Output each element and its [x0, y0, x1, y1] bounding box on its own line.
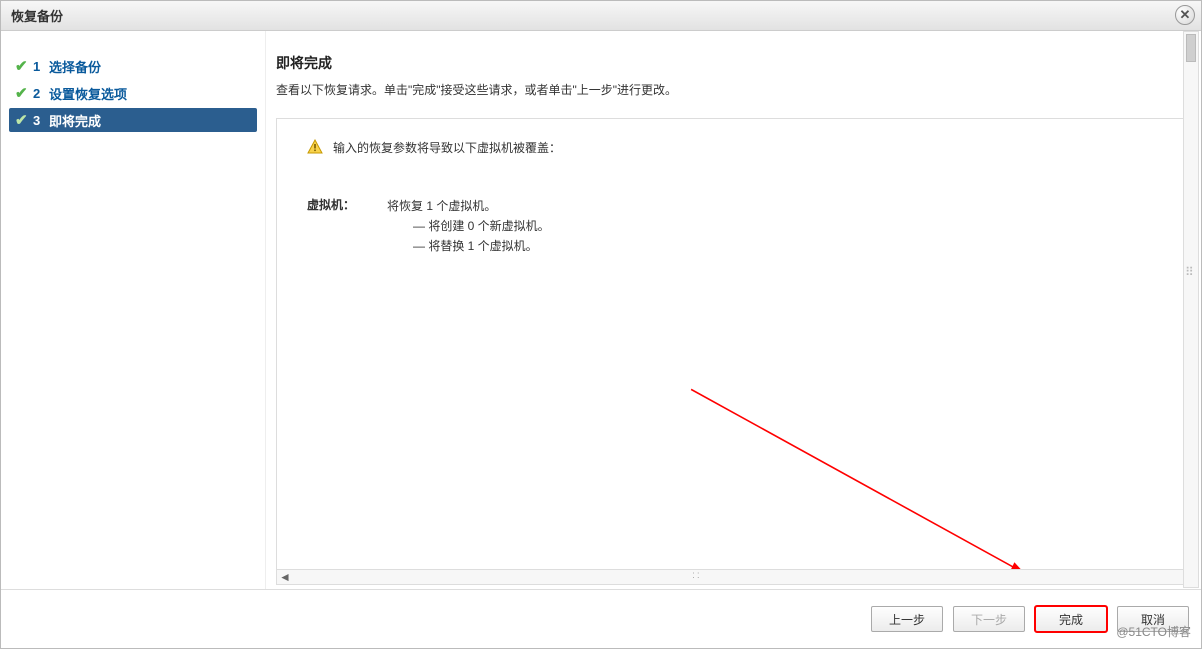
cancel-button[interactable]: 取消 — [1117, 606, 1189, 632]
vm-replace-count: — 将替换 1 个虚拟机。 — [387, 236, 550, 256]
vm-summary: 虚拟机： 将恢复 1 个虚拟机。 — 将创建 0 个新虚拟机。 — 将替换 1 … — [307, 196, 1156, 256]
annotation-arrow — [277, 119, 1186, 584]
wizard-step-ready[interactable]: ✔ 3 即将完成 — [9, 108, 257, 132]
finish-button[interactable]: 完成 — [1035, 606, 1107, 632]
scroll-grip-icon: :: — [692, 570, 702, 581]
horizontal-scrollbar[interactable]: ◄ :: ► — [276, 569, 1197, 585]
step-label: 选择备份 — [49, 57, 101, 76]
wizard-sidebar: ✔ 1 选择备份 ✔ 2 设置恢复选项 ✔ 3 即将完成 — [1, 31, 266, 589]
check-icon: ✔ — [15, 84, 33, 102]
step-number: 3 — [33, 113, 49, 128]
next-button: 下一步 — [953, 606, 1025, 632]
close-button[interactable]: ✕ — [1175, 5, 1195, 25]
scroll-track[interactable]: :: — [293, 570, 1180, 584]
titlebar: 恢复备份 ✕ — [1, 1, 1201, 31]
warning-row: 输入的恢复参数将导致以下虚拟机被覆盖： — [307, 139, 1156, 156]
page-subheading: 查看以下恢复请求。单击"完成"接受这些请求，或者单击"上一步"进行更改。 — [276, 81, 1181, 98]
vm-summary-details: 将恢复 1 个虚拟机。 — 将创建 0 个新虚拟机。 — 将替换 1 个虚拟机。 — [387, 196, 550, 256]
wizard-step-select-backup[interactable]: ✔ 1 选择备份 — [9, 54, 257, 78]
dialog-footer: 上一步 下一步 完成 取消 @51CTO博客 — [1, 590, 1201, 648]
wizard-step-restore-options[interactable]: ✔ 2 设置恢复选项 — [9, 81, 257, 105]
warning-icon — [307, 139, 323, 155]
vm-summary-label: 虚拟机： — [307, 196, 387, 256]
scroll-left-icon[interactable]: ◄ — [277, 570, 293, 584]
summary-panel: 输入的恢复参数将导致以下虚拟机被覆盖： 虚拟机： 将恢复 1 个虚拟机。 — 将… — [276, 118, 1187, 585]
dialog-body: ✔ 1 选择备份 ✔ 2 设置恢复选项 ✔ 3 即将完成 即将完成 查看以下恢复… — [1, 31, 1201, 590]
step-number: 2 — [33, 86, 49, 101]
main-header: 即将完成 查看以下恢复请求。单击"完成"接受这些请求，或者单击"上一步"进行更改… — [266, 31, 1191, 108]
vertical-scrollbar[interactable] — [1183, 31, 1199, 588]
vertical-scroll-thumb[interactable] — [1186, 34, 1196, 62]
wizard-main: 即将完成 查看以下恢复请求。单击"完成"接受这些请求，或者单击"上一步"进行更改… — [266, 31, 1201, 589]
step-number: 1 — [33, 59, 49, 74]
warning-text: 输入的恢复参数将导致以下虚拟机被覆盖： — [333, 139, 561, 156]
step-label: 设置恢复选项 — [49, 84, 127, 103]
resize-handle-icon[interactable]: ⠿ — [1185, 271, 1199, 274]
close-icon: ✕ — [1180, 7, 1191, 23]
check-icon: ✔ — [15, 57, 33, 75]
window-title: 恢复备份 — [11, 6, 63, 25]
check-icon: ✔ — [15, 111, 33, 129]
step-label: 即将完成 — [49, 111, 101, 130]
vm-create-count: — 将创建 0 个新虚拟机。 — [387, 216, 550, 236]
back-button[interactable]: 上一步 — [871, 606, 943, 632]
dialog-restore-backup: 恢复备份 ✕ ✔ 1 选择备份 ✔ 2 设置恢复选项 ✔ 3 即将完成 — [0, 0, 1202, 649]
vm-restore-count: 将恢复 1 个虚拟机。 — [387, 196, 550, 216]
page-title: 即将完成 — [276, 53, 1181, 73]
